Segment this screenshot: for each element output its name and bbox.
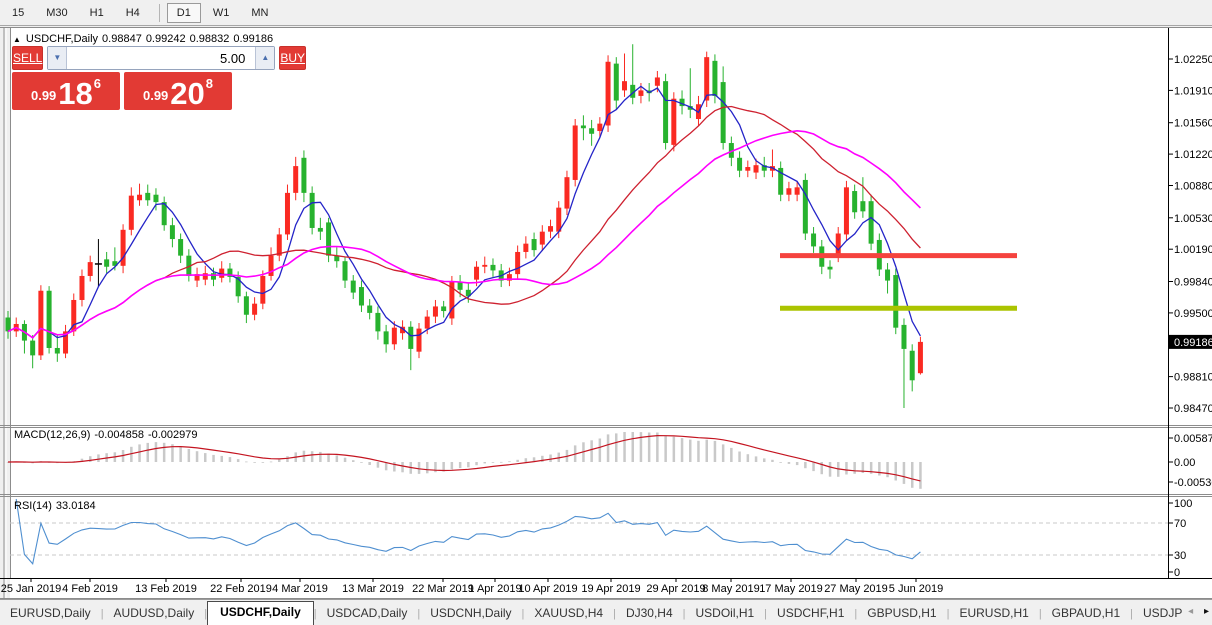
chart-tab-usdcad-daily[interactable]: USDCAD,Daily [317,602,418,625]
svg-text:22 Feb 2019: 22 Feb 2019 [210,583,272,595]
svg-text:4 Mar 2019: 4 Mar 2019 [272,583,328,595]
svg-text:17 May 2019: 17 May 2019 [759,583,823,595]
macd-value-main: -0.004858 [94,429,144,441]
chart-tab-eurusd-daily[interactable]: EURUSD,Daily [0,602,101,625]
tabs-scroll-right-button[interactable]: ▸ [1204,606,1209,617]
svg-text:1.00530: 1.00530 [1174,213,1212,225]
svg-text:1.01220: 1.01220 [1174,149,1212,161]
chart-tab-usdjp[interactable]: USDJP [1133,602,1192,625]
chart-tab-usdchf-daily[interactable]: USDCHF,Daily [207,601,314,625]
svg-text:0.99186: 0.99186 [1174,337,1212,349]
svg-text:0.99500: 0.99500 [1174,308,1212,320]
volume-input[interactable] [67,47,255,69]
chart-title: ▲ USDCHF,Daily 0.98847 0.99242 0.988320.9918… [13,33,277,45]
timeframe-toolbar: 15M30H1H4 D1W1MN [0,0,1212,26]
ohlc-high: 0.99242 [146,33,186,45]
svg-text:100: 100 [1174,498,1192,510]
svg-text:30: 30 [1174,550,1186,562]
chart-tab-audusd-daily[interactable]: AUDUSD,Daily [104,602,205,625]
arrow-up-icon: ▲ [261,53,269,62]
sell-price-pip: 6 [94,76,101,91]
sell-button[interactable]: SELL [12,46,43,70]
sell-price-big: 18 [58,81,92,107]
rsi-value: 33.0184 [56,500,96,512]
svg-text:25 Jan 2019: 25 Jan 2019 [1,583,62,595]
svg-text:22 Mar 2019: 22 Mar 2019 [412,583,474,595]
buy-button[interactable]: BUY [279,46,306,70]
chart-symbol-label: USDCHF,Daily [26,33,98,45]
one-click-trade-panel: SELL ▼ ▲ BUY 0.99 18 6 0.99 20 8 [12,46,232,110]
chart-tab-usdcnh-daily[interactable]: USDCNH,Daily [420,602,521,625]
buy-price-box[interactable]: 0.99 20 8 [124,72,232,110]
chart-tab-dj30-h4[interactable]: DJ30,H4 [616,602,683,625]
svg-text:13 Feb 2019: 13 Feb 2019 [135,583,197,595]
macd-name: MACD(12,26,9) [14,429,90,441]
timeframe-h4-button[interactable]: H4 [116,3,150,23]
ohlc-open: 0.98847 [102,33,142,45]
chart-tab-eurusd-h1[interactable]: EURUSD,H1 [949,602,1038,625]
sell-price-box[interactable]: 0.99 18 6 [12,72,120,110]
svg-text:5 Jun 2019: 5 Jun 2019 [889,583,943,595]
svg-text:0.99840: 0.99840 [1174,277,1212,289]
svg-text:10 Apr 2019: 10 Apr 2019 [518,583,577,595]
timeframe-mn-button[interactable]: MN [241,3,278,23]
timeframe-d1-button[interactable]: D1 [167,3,201,23]
svg-text:1.00190: 1.00190 [1174,244,1212,256]
svg-text:0.005873: 0.005873 [1174,433,1212,445]
mt4-window: 0.005873 0.00 -0.005369 100 70 30 0 1.02250 1.01… [0,0,1212,625]
svg-text:27 May 2019: 27 May 2019 [824,583,888,595]
tabs-scroll-left-button[interactable]: ◂ [1188,606,1193,617]
svg-text:0: 0 [1174,567,1180,579]
rsi-name: RSI(14) [14,500,52,512]
svg-text:4 Feb 2019: 4 Feb 2019 [62,583,118,595]
volume-decrease-button[interactable]: ▼ [48,47,67,69]
volume-stepper: ▼ ▲ [47,46,275,70]
svg-text:8 May 2019: 8 May 2019 [702,583,759,595]
svg-text:1.02250: 1.02250 [1174,54,1212,66]
svg-text:13 Mar 2019: 13 Mar 2019 [342,583,404,595]
sell-button-label: SELL [13,51,42,65]
macd-value-signal: -0.002979 [148,429,198,441]
timeframe-m30-button[interactable]: M30 [36,3,77,23]
svg-text:1 Apr 2019: 1 Apr 2019 [468,583,521,595]
macd-label: MACD(12,26,9) -0.004858 -0.002979 [14,429,202,441]
timeframe-15-button[interactable]: 15 [2,3,34,23]
svg-text:-0.005369: -0.005369 [1174,477,1212,489]
buy-price-base: 0.99 [143,88,168,103]
chart-tab-gbpaud-h1[interactable]: GBPAUD,H1 [1042,602,1130,625]
svg-text:0.00: 0.00 [1174,457,1195,469]
ohlc-low: 0.98832 [190,33,230,45]
chart-tab-usdchf-h1[interactable]: USDCHF,H1 [767,602,854,625]
timeframe-w1-button[interactable]: W1 [203,3,240,23]
svg-text:1.00880: 1.00880 [1174,180,1212,192]
chart-tab-usdoil-h1[interactable]: USDOil,H1 [685,602,764,625]
svg-text:19 Apr 2019: 19 Apr 2019 [581,583,640,595]
svg-text:70: 70 [1174,518,1186,530]
svg-text:1.01560: 1.01560 [1174,118,1212,130]
tab-nav: ◂ ▸ [1188,606,1209,617]
ohlc-close: 0.99186 [233,33,273,45]
timeframe-h1-button[interactable]: H1 [80,3,114,23]
buy-price-pip: 8 [206,76,213,91]
volume-increase-button[interactable]: ▲ [255,47,274,69]
buy-price-big: 20 [170,81,204,107]
svg-text:0.98470: 0.98470 [1174,403,1212,415]
buy-button-label: BUY [280,51,305,65]
collapse-icon[interactable]: ▲ [13,35,21,44]
chart-tab-xauusd-h4[interactable]: XAUUSD,H4 [524,602,613,625]
chart-tab-bar: EURUSD,Daily|AUDUSD,Daily|USDCHF,Daily|U… [0,599,1212,625]
svg-text:29 Apr 2019: 29 Apr 2019 [646,583,705,595]
svg-text:0.98810: 0.98810 [1174,372,1212,384]
arrow-down-icon: ▼ [53,53,61,62]
sell-price-base: 0.99 [31,88,56,103]
chart-tab-gbpusd-h1[interactable]: GBPUSD,H1 [857,602,946,625]
rsi-label: RSI(14) 33.0184 [14,500,100,512]
toolbar-separator [159,4,160,22]
svg-text:1.01910: 1.01910 [1174,85,1212,97]
